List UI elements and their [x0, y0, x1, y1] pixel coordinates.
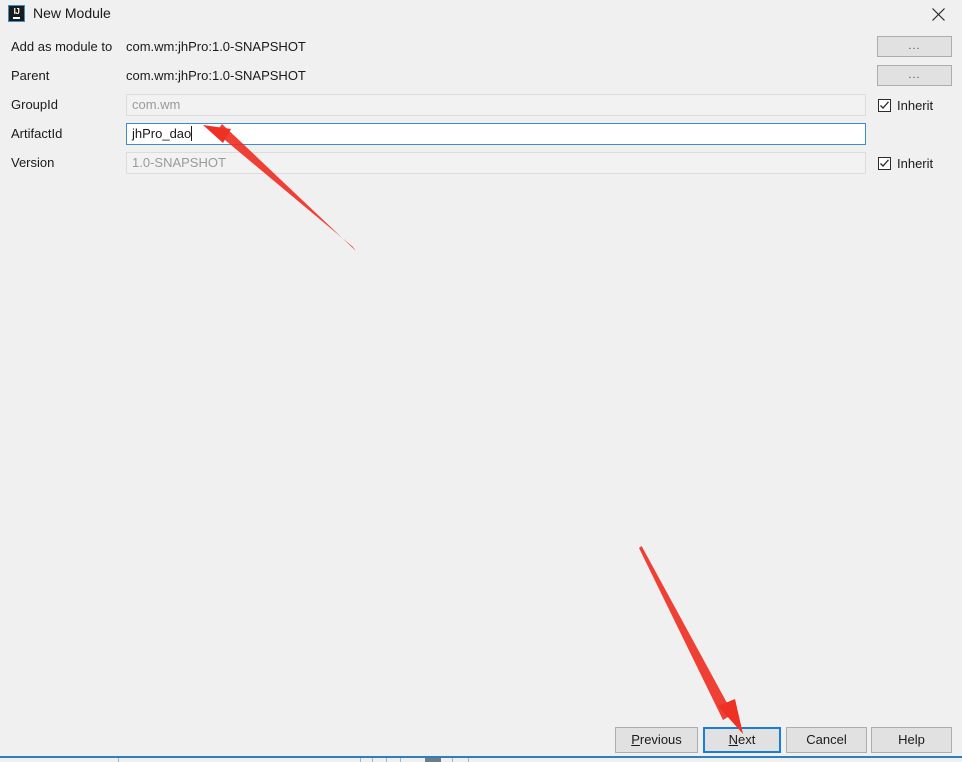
- background-window-peek: [0, 758, 962, 762]
- label-version: Version: [11, 155, 55, 170]
- label-parent: Parent: [11, 68, 50, 83]
- value-parent: com.wm:jhPro:1.0-SNAPSHOT: [126, 68, 306, 83]
- label-group-id: GroupId: [11, 97, 58, 112]
- checkbox-box: [878, 98, 891, 112]
- checkmark-icon: [880, 100, 889, 109]
- label-add-as-module-to: Add as module to: [11, 39, 113, 54]
- group-id-inherit-checkbox[interactable]: Inherit: [878, 94, 933, 116]
- browse-add-as-module-to-button[interactable]: ...: [877, 36, 952, 57]
- version-inherit-checkbox[interactable]: Inherit: [878, 152, 933, 174]
- intellij-idea-icon: IJ: [8, 5, 25, 22]
- arrow-to-next-button: [639, 546, 743, 734]
- previous-button[interactable]: Previous: [615, 727, 698, 753]
- checkmark-icon: [880, 158, 889, 167]
- next-button-label: ext: [738, 732, 756, 747]
- app-icon-underline: [13, 17, 20, 19]
- value-add-as-module-to: com.wm:jhPro:1.0-SNAPSHOT: [126, 39, 306, 54]
- next-mnemonic: N: [728, 732, 739, 747]
- window-title: New Module: [33, 5, 111, 21]
- peek-tick: [452, 758, 453, 762]
- version-inherit-label: Inherit: [897, 155, 934, 171]
- row-parent: Parent com.wm:jhPro:1.0-SNAPSHOT ...: [0, 65, 962, 87]
- group-id-value: com.wm: [132, 97, 181, 112]
- peek-tick: [360, 758, 361, 762]
- group-id-input[interactable]: com.wm: [126, 94, 866, 116]
- browse-parent-button[interactable]: ...: [877, 65, 952, 86]
- next-button[interactable]: Next: [703, 727, 781, 753]
- artifact-id-value: jhPro_dao: [132, 126, 192, 141]
- close-icon: [932, 8, 945, 21]
- previous-mnemonic: P: [631, 732, 640, 747]
- peek-tick: [386, 758, 387, 762]
- peek-tick: [468, 758, 469, 762]
- row-group-id: GroupId com.wm Inherit: [0, 94, 962, 116]
- peek-tick: [372, 758, 373, 762]
- group-id-inherit-label: Inherit: [897, 97, 934, 113]
- peek-tick: [118, 758, 119, 762]
- close-button[interactable]: [916, 0, 962, 28]
- version-input[interactable]: 1.0-SNAPSHOT: [126, 152, 866, 174]
- title-bar: IJ New Module: [0, 0, 962, 28]
- cancel-button[interactable]: Cancel: [786, 727, 867, 753]
- checkbox-box: [878, 156, 891, 170]
- peek-tick: [400, 758, 401, 762]
- peek-blob: [425, 758, 441, 762]
- row-add-as-module-to: Add as module to com.wm:jhPro:1.0-SNAPSH…: [0, 36, 962, 58]
- previous-button-label: revious: [639, 732, 682, 747]
- row-version: Version 1.0-SNAPSHOT Inherit: [0, 152, 962, 174]
- artifact-id-input[interactable]: jhPro_dao: [126, 123, 866, 145]
- help-button[interactable]: Help: [871, 727, 952, 753]
- version-value: 1.0-SNAPSHOT: [132, 155, 226, 170]
- row-artifact-id: ArtifactId jhPro_dao: [0, 123, 962, 145]
- dialog-button-bar: Previous Next Cancel Help: [0, 727, 962, 754]
- app-icon-text: IJ: [13, 7, 20, 16]
- label-artifact-id: ArtifactId: [11, 126, 63, 141]
- text-caret: [191, 126, 193, 141]
